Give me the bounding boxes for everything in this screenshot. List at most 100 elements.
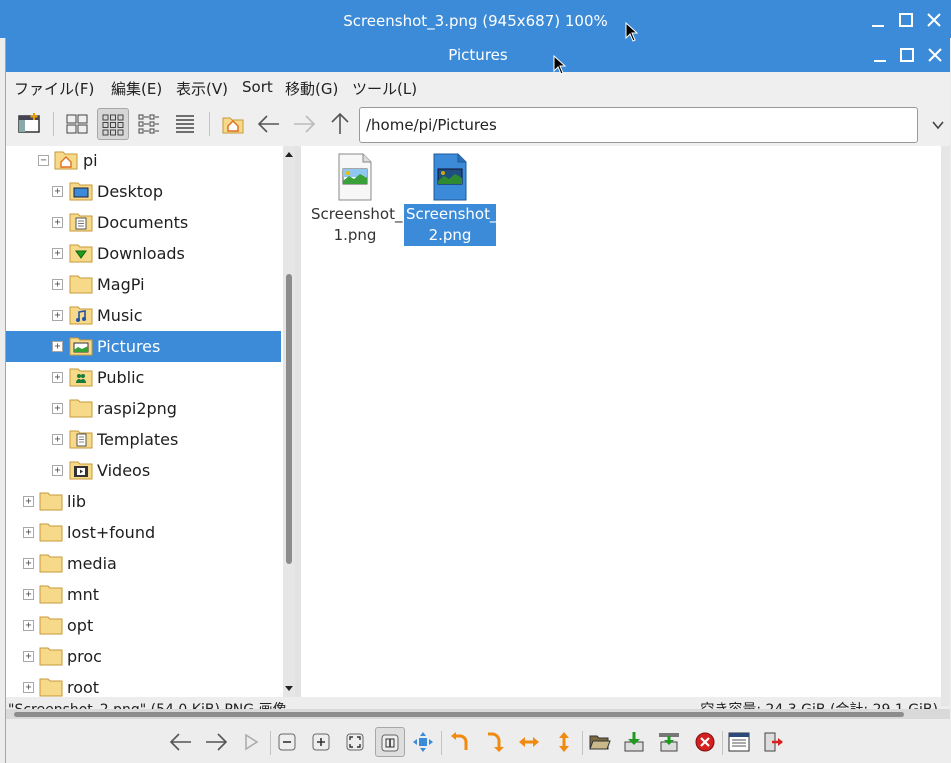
file-view: Screenshot_ 1.png Screenshot_ 2.png [301,146,942,697]
file-name: Screenshot_ 2.png [404,204,498,246]
tree-item-music[interactable]: + Music [6,300,281,331]
scroll-up-arrow-icon[interactable] [283,148,295,160]
open-folder-icon [589,735,611,750]
tree-item-desktop[interactable]: + Desktop [6,176,281,207]
tree-item-templates[interactable]: + Templates [6,424,281,455]
viewer-close-button[interactable] [924,10,944,30]
collapse-toggle[interactable]: − [38,155,49,166]
tree-item-raspi2png[interactable]: + raspi2png [6,393,281,424]
tree-item-pictures[interactable]: + Pictures [6,331,281,362]
horizontal-scrollbar-thumb[interactable] [14,712,904,717]
tree-scrollbar[interactable] [283,146,295,697]
menu-sort[interactable]: Sort [242,78,273,96]
list-view-button[interactable] [169,108,201,140]
menu-view[interactable]: 表示(V) [176,78,228,99]
back-button[interactable] [253,108,285,140]
file-item[interactable]: Screenshot_ 1.png [309,152,402,246]
compact-view-button[interactable] [133,108,165,140]
previous-image-button[interactable] [166,727,196,757]
large-icons-view-icon [66,114,88,134]
tree-scrollbar-thumb[interactable] [286,274,292,564]
viewer-title: Screenshot_3.png (945x687) 100% [343,12,608,30]
expand-toggle[interactable]: + [52,465,63,476]
forward-button[interactable] [288,108,320,140]
location-bar[interactable]: /home/pi/Pictures [359,107,944,143]
tree-item-proc[interactable]: + proc [6,641,281,672]
icon-view-button[interactable] [97,108,129,140]
flip-vertical-button[interactable] [549,727,579,757]
expand-toggle[interactable]: + [23,651,34,662]
expand-toggle[interactable]: + [52,310,63,321]
save-file-button[interactable] [619,727,649,757]
expand-toggle[interactable]: + [52,372,63,383]
documents-folder-icon [69,213,93,232]
file-item-selected[interactable]: Screenshot_ 2.png [404,152,498,246]
menu-go[interactable]: 移動(G) [285,78,338,99]
quit-button[interactable] [758,727,788,757]
tree-item-pi[interactable]: − pi [6,146,281,176]
tree-item-magpi[interactable]: + MagPi [6,269,281,300]
viewer-maximize-button[interactable] [896,10,916,30]
expand-toggle[interactable]: + [23,682,34,693]
expand-toggle[interactable]: + [23,558,34,569]
expand-toggle[interactable]: + [52,341,63,352]
open-file-button[interactable] [584,727,614,757]
tree-item-lib[interactable]: + lib [6,486,281,517]
viewer-horizontal-scrollbar[interactable] [6,709,950,719]
viewer-minimize-button[interactable] [868,10,888,30]
exit-icon [764,732,783,752]
expand-toggle[interactable]: + [52,434,63,445]
expand-toggle[interactable]: + [52,403,63,414]
slideshow-button[interactable] [236,727,266,757]
tree-item-public[interactable]: + Public [6,362,281,393]
rotate-right-button[interactable] [479,727,509,757]
file-manager-window: Pictures ファイル(F) 編集(E) 表示(V) Sort 移動(G) … [5,38,950,763]
tree-item-downloads[interactable]: + Downloads [6,238,281,269]
save-as-button[interactable] [654,727,684,757]
expand-toggle[interactable]: + [52,279,63,290]
expand-toggle[interactable]: + [23,496,34,507]
minimize-button[interactable] [870,45,890,65]
expand-toggle[interactable]: + [23,527,34,538]
tree-item-documents[interactable]: + Documents [6,207,281,238]
preferences-button[interactable] [724,727,754,757]
mouse-cursor-icon [553,55,567,75]
tree-item-root[interactable]: + root [6,672,281,697]
zoom-out-button[interactable] [272,727,302,757]
delete-file-button[interactable] [690,727,720,757]
folder-icon [69,275,93,294]
menu-edit[interactable]: 編集(E) [111,78,162,99]
tree-item-opt[interactable]: + opt [6,610,281,641]
rotate-left-button[interactable] [445,727,475,757]
location-dropdown-button[interactable] [927,114,949,136]
zoom-in-button[interactable] [306,727,336,757]
up-button[interactable] [324,108,356,140]
scroll-down-arrow-icon[interactable] [283,683,295,695]
menu-file[interactable]: ファイル(F) [14,78,94,99]
expand-toggle[interactable]: + [52,248,63,259]
close-button[interactable] [925,45,945,65]
expand-toggle[interactable]: + [52,186,63,197]
tree-item-media[interactable]: + media [6,548,281,579]
back-arrow-icon [257,115,279,133]
next-image-button[interactable] [201,727,231,757]
home-button[interactable] [217,108,249,140]
tree-item-videos[interactable]: + Videos [6,455,281,486]
flip-horizontal-button[interactable] [514,727,544,757]
rotate-left-icon [451,732,468,750]
tree-item-mnt[interactable]: + mnt [6,579,281,610]
fullscreen-button[interactable] [408,727,438,757]
thumbnail-view-button[interactable] [61,108,93,140]
tree-item-lost-found[interactable]: + lost+found [6,517,281,548]
expand-toggle[interactable]: + [23,589,34,600]
maximize-button[interactable] [897,45,917,65]
new-window-button[interactable] [13,108,45,140]
public-folder-icon [69,368,93,387]
fit-window-button[interactable] [340,727,370,757]
original-size-button[interactable] [375,727,405,757]
menu-bar: ファイル(F) 編集(E) 表示(V) Sort 移動(G) ツール(L) [6,72,950,102]
expand-toggle[interactable]: + [52,217,63,228]
menu-tools[interactable]: ツール(L) [352,78,417,99]
expand-toggle[interactable]: + [23,620,34,631]
file-view-scrollbar[interactable] [941,146,950,706]
